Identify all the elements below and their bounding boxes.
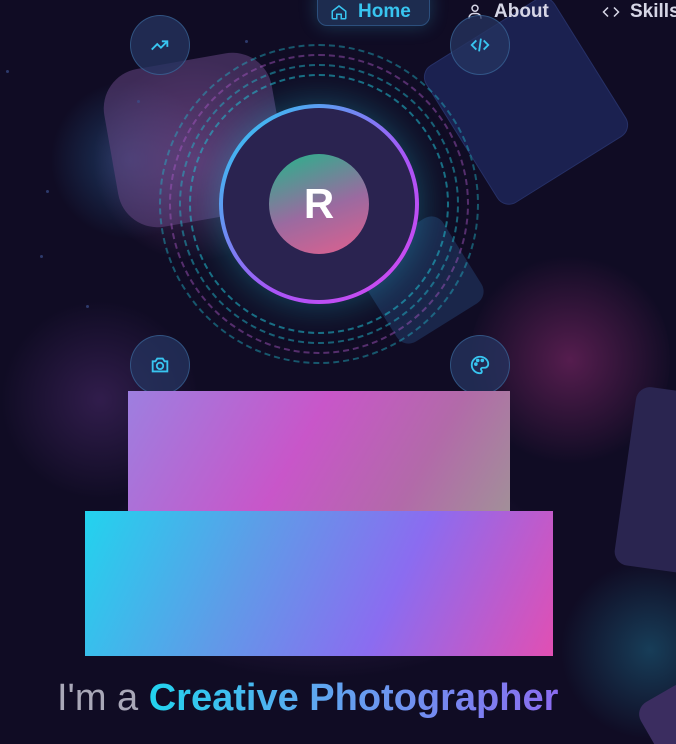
- home-icon: [331, 5, 347, 20]
- camera-button[interactable]: [130, 335, 190, 395]
- avatar-initial: R: [269, 154, 369, 254]
- top-nav: Home About Skills: [0, 0, 676, 30]
- palette-button[interactable]: [450, 335, 510, 395]
- nav-item-home[interactable]: Home: [317, 0, 430, 26]
- nav-item-label: Home: [358, 1, 411, 22]
- profile-avatar: R: [219, 104, 419, 304]
- headline-highlight: Creative Photographer: [148, 677, 559, 719]
- avatar-inner-circle: R: [223, 108, 415, 300]
- star-dot: [6, 70, 9, 73]
- star-dot: [46, 190, 49, 193]
- nav-item-skills[interactable]: Skills: [602, 0, 676, 26]
- code-icon: [602, 6, 620, 18]
- headline-prefix: I'm a: [57, 677, 139, 719]
- camera-icon: [151, 357, 169, 373]
- code-button[interactable]: [450, 15, 510, 75]
- star-dot: [86, 305, 89, 308]
- gradient-banner-lower: [85, 511, 553, 656]
- star-dot: [40, 255, 43, 258]
- trending-button[interactable]: [130, 15, 190, 75]
- star-dot: [245, 40, 248, 43]
- nav-item-label: Skills: [630, 1, 676, 22]
- gradient-banner-upper: [128, 391, 510, 511]
- palette-icon: [470, 355, 490, 375]
- nav-item-label: About: [494, 1, 549, 22]
- hero-headline: I'm a Creative Photographer: [57, 676, 558, 720]
- code-icon: [470, 38, 490, 52]
- star-dot: [137, 100, 140, 103]
- trending-up-icon: [151, 40, 169, 51]
